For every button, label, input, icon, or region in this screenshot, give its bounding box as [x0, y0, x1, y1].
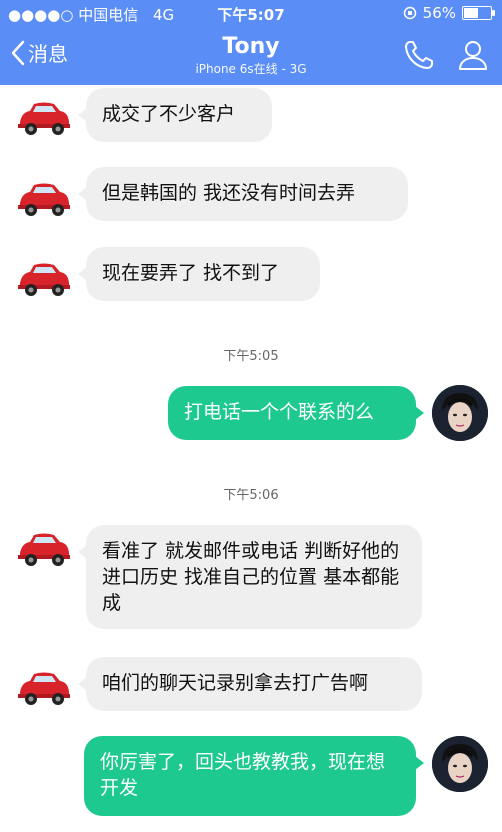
battery-fill	[464, 8, 478, 18]
my-avatar[interactable]	[432, 736, 488, 792]
red-car-icon	[18, 263, 70, 296]
person-icon	[459, 41, 487, 70]
red-car-icon	[18, 102, 70, 135]
contact-avatar[interactable]	[16, 179, 72, 219]
profile-button[interactable]	[456, 38, 490, 76]
contact-avatar[interactable]	[16, 259, 72, 299]
rotation-lock-icon	[403, 6, 416, 20]
message-timestamp: 下午5:06	[223, 488, 279, 503]
status-right: 56%	[403, 4, 495, 22]
message-text: 看准了 就发邮件或电话 判断好他的进口历史 找准自己的位置 基本都能成	[102, 540, 400, 614]
my-avatar[interactable]	[432, 385, 488, 441]
battery-icon	[462, 6, 495, 20]
message-bubble-outgoing[interactable]: 打电话一个个联系的么	[168, 386, 424, 440]
message-text: 但是韩国的 我还没有时间去弄	[102, 182, 356, 204]
status-bar: ●●●●○ 中国电信 4G 下午5:07 56%	[0, 0, 502, 26]
message-bubble-incoming[interactable]: 成交了不少客户	[78, 88, 272, 142]
red-car-icon	[18, 183, 70, 216]
man-portrait-icon	[432, 385, 488, 441]
message-bubble-incoming[interactable]: 但是韩国的 我还没有时间去弄	[78, 167, 408, 221]
contact-avatar[interactable]	[16, 98, 72, 138]
phone-icon	[405, 41, 433, 69]
top-bar: ●●●●○ 中国电信 4G 下午5:07 56% 消息 Tony iPhone …	[0, 0, 502, 85]
chat-area[interactable]: 成交了不少客户 但是韩国的 我还没有时间去弄 现在要弄了 找不到了 下午5:05…	[0, 85, 502, 832]
man-portrait-icon	[432, 736, 488, 792]
message-text: 现在要弄了 找不到了	[102, 262, 280, 284]
message-timestamp: 下午5:05	[223, 349, 279, 364]
call-button[interactable]	[402, 38, 436, 76]
contact-avatar[interactable]	[16, 529, 72, 569]
message-text: 你厉害了，回头也教教我，现在想开发	[100, 751, 386, 799]
message-bubble-outgoing[interactable]: 你厉害了，回头也教教我，现在想开发	[84, 736, 424, 816]
message-text: 成交了不少客户	[102, 103, 236, 125]
message-text: 打电话一个个联系的么	[184, 401, 375, 423]
message-bubble-incoming[interactable]: 现在要弄了 找不到了	[78, 247, 320, 301]
red-car-icon	[18, 533, 70, 566]
message-bubble-incoming[interactable]: 咱们的聊天记录别拿去打广告啊	[78, 657, 422, 711]
contact-avatar[interactable]	[16, 668, 72, 708]
message-text: 咱们的聊天记录别拿去打广告啊	[102, 672, 369, 694]
red-car-icon	[18, 672, 70, 705]
battery-percent: 56%	[422, 4, 456, 22]
message-bubble-incoming[interactable]: 看准了 就发邮件或电话 判断好他的进口历史 找准自己的位置 基本都能成	[78, 525, 422, 629]
